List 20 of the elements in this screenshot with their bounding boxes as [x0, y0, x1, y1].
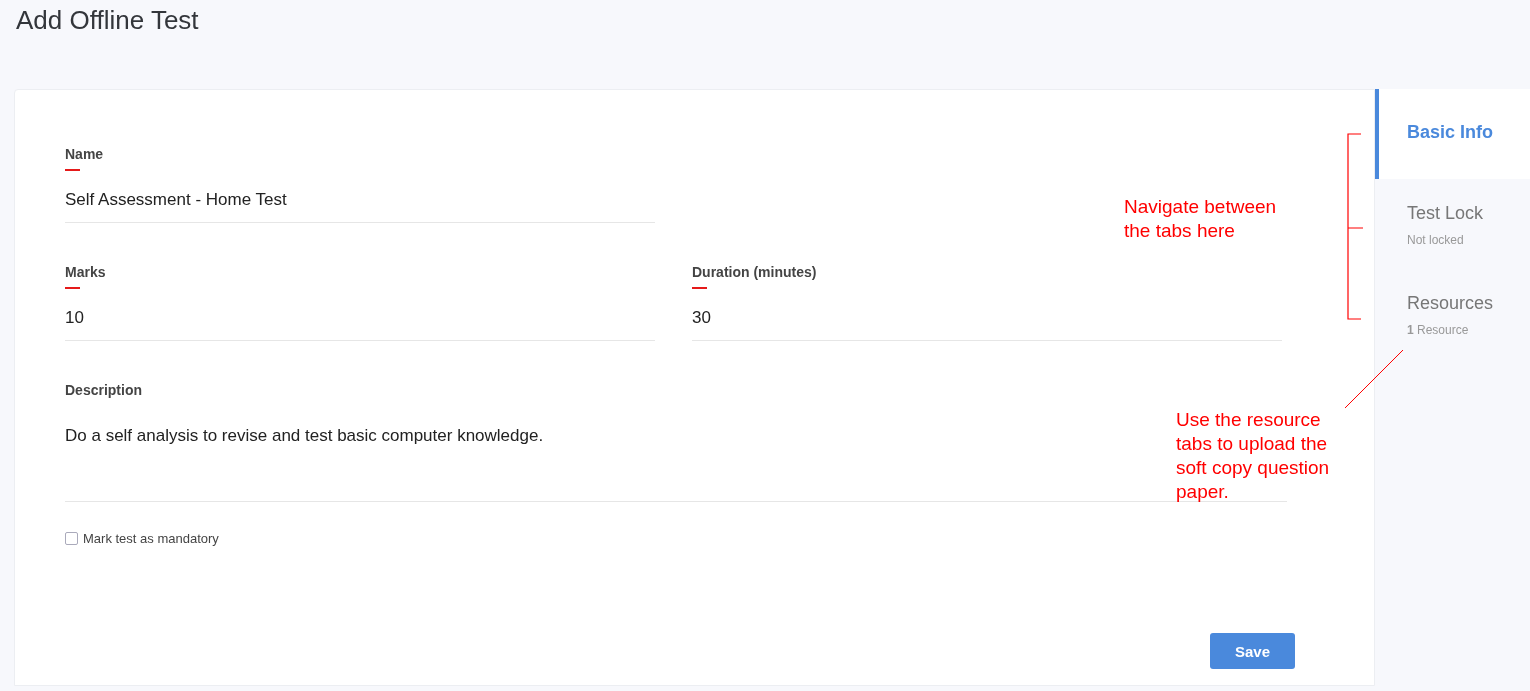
leader-line — [1344, 349, 1404, 409]
tab-subtitle: Not locked — [1407, 233, 1464, 247]
side-tab[interactable]: Resources 1 Resource — [1375, 269, 1530, 359]
field-label: Description — [65, 382, 142, 398]
mandatory-checkbox[interactable]: Mark test as mandatory — [65, 531, 219, 546]
checkbox-icon[interactable] — [65, 532, 78, 545]
page-title: Add Offline Test — [15, 4, 200, 37]
field-label: Marks — [65, 264, 106, 280]
save-button[interactable]: Save — [1210, 633, 1295, 669]
input-field[interactable]: 10 — [65, 308, 84, 328]
field-label: Duration (minutes) — [692, 264, 817, 280]
side-tab[interactable]: Test Lock Not locked — [1375, 179, 1530, 269]
input-field[interactable]: Self Assessment - Home Test — [65, 190, 287, 210]
field-label: Name — [65, 146, 104, 162]
input-field[interactable]: Do a self analysis to revise and test basic computer knowledge. — [65, 426, 544, 446]
side-tab[interactable]: Basic Info — [1375, 89, 1530, 179]
annotation-note: Use the resource tabs to upload the soft copy question paper. — [1176, 408, 1331, 504]
tab-subtitle: 1 Resource — [1407, 323, 1469, 337]
input-field[interactable]: 30 — [692, 308, 711, 328]
annotation-note: Navigate between the tabs here — [1124, 195, 1278, 243]
